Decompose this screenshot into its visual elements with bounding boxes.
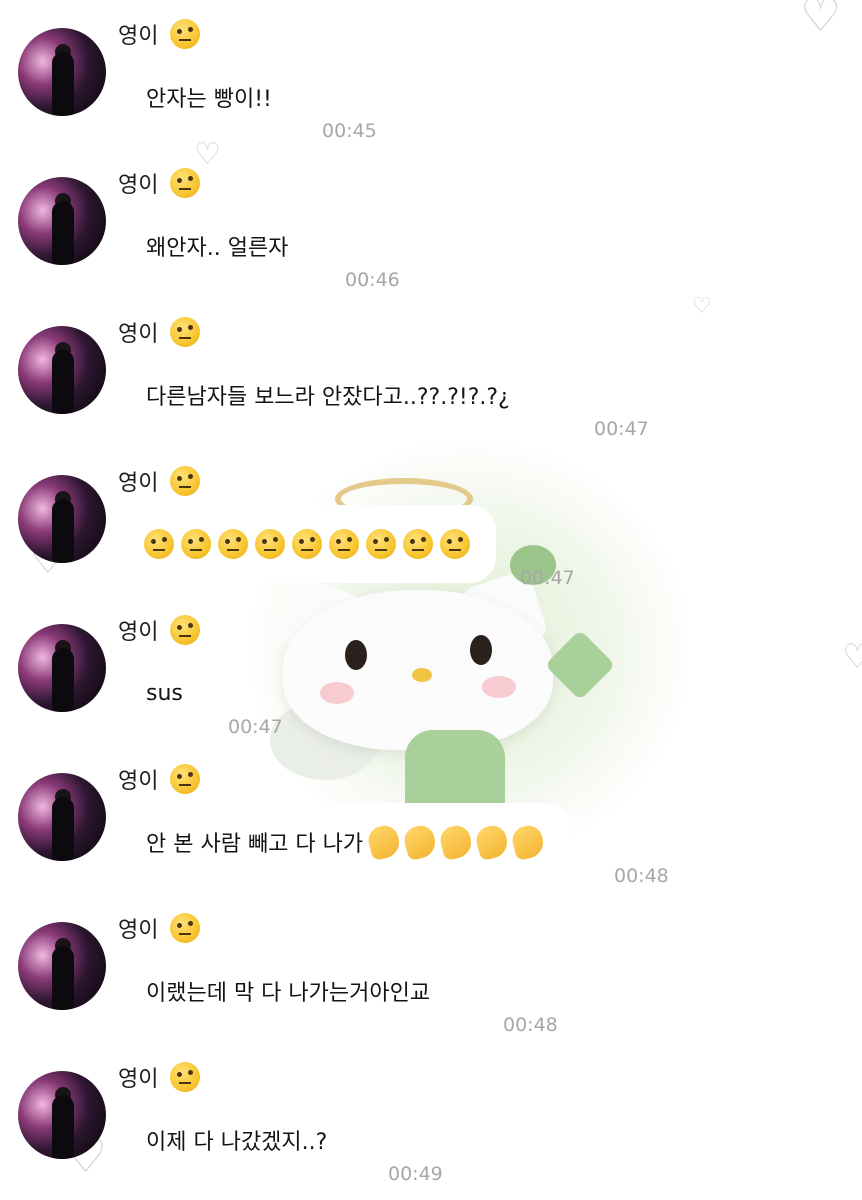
message-time: 00:47 (520, 567, 575, 589)
waving-hand-emoji-icon (509, 822, 547, 862)
message-time: 00:48 (503, 1014, 558, 1036)
message-time: 00:46 (345, 269, 400, 291)
raised-eyebrow-emoji-icon (403, 529, 433, 559)
avatar[interactable] (18, 28, 106, 116)
raised-eyebrow-emoji-icon (366, 529, 396, 559)
raised-eyebrow-emoji-icon (170, 764, 201, 794)
sender-name: 영이 (118, 614, 201, 646)
avatar[interactable] (18, 1071, 106, 1159)
avatar[interactable] (18, 773, 106, 861)
sender-name: 영이 (118, 316, 201, 348)
message-bubble[interactable]: 이제 다 나갔겠지..? (118, 1101, 356, 1179)
avatar[interactable] (18, 326, 106, 414)
message-bubble[interactable]: 이랬는데 막 다 나가는거아인교 (118, 952, 459, 1030)
message-group: 영이 다른남자들 보느라 안잤다고..??.?!?.?¿ 00:47 (0, 298, 862, 448)
raised-eyebrow-emoji-icon (170, 19, 201, 49)
sender-name: 영이 (118, 912, 201, 944)
message-text: 다른남자들 보느라 안잤다고..??.?!?.?¿ (146, 385, 510, 410)
message-group: 영이 안자는 빵이!! 00:45 (0, 0, 862, 150)
raised-eyebrow-emoji-icon (329, 529, 359, 559)
raised-eyebrow-emoji-icon (170, 168, 201, 198)
message-time: 00:47 (228, 716, 283, 738)
raised-eyebrow-emoji-icon (170, 615, 201, 645)
message-text: 안 본 사람 빼고 다 나가 (146, 832, 364, 857)
sender-name-text: 영이 (118, 173, 159, 198)
message-text: 안자는 빵이!! (146, 87, 272, 112)
message-text: 왜안자.. 얼른자 (146, 236, 289, 261)
message-time: 00:47 (594, 418, 649, 440)
sender-name-text: 영이 (118, 471, 159, 496)
message-bubble[interactable] (118, 505, 496, 583)
message-text: 이제 다 나갔겠지..? (146, 1130, 328, 1155)
message-time: 00:49 (388, 1163, 443, 1185)
sender-name: 영이 (118, 763, 201, 795)
message-content: 안 본 사람 빼고 다 나가 (146, 822, 547, 862)
raised-eyebrow-emoji-icon (181, 529, 211, 559)
sender-name: 영이 (118, 18, 201, 50)
avatar[interactable] (18, 624, 106, 712)
raised-eyebrow-emoji-icon (170, 466, 201, 496)
raised-eyebrow-emoji-icon (170, 317, 201, 347)
sender-name-text: 영이 (118, 620, 159, 645)
message-group: 영이 sus 00:47 (0, 596, 862, 746)
message-bubble[interactable]: 왜안자.. 얼른자 (118, 207, 317, 285)
sender-name-text: 영이 (118, 918, 159, 943)
message-text: 이랬는데 막 다 나가는거아인교 (146, 981, 431, 1006)
sender-name: 영이 (118, 1061, 201, 1093)
sender-name: 영이 (118, 465, 201, 497)
message-group: 영이 00:47 (0, 447, 862, 597)
emoji-row (144, 529, 470, 559)
raised-eyebrow-emoji-icon (144, 529, 174, 559)
sender-name-text: 영이 (118, 769, 159, 794)
message-group: 영이 이제 다 나갔겠지..? 00:49 (0, 1043, 862, 1193)
message-group: 영이 왜안자.. 얼른자 00:46 (0, 149, 862, 299)
sender-name-text: 영이 (118, 1067, 159, 1092)
message-bubble[interactable]: 다른남자들 보느라 안잤다고..??.?!?.?¿ (118, 356, 538, 434)
raised-eyebrow-emoji-icon (440, 529, 470, 559)
message-bubble[interactable]: sus (118, 654, 211, 732)
waving-hand-emoji-icon (473, 822, 511, 862)
message-bubble[interactable]: 안 본 사람 빼고 다 나가 (118, 803, 572, 881)
avatar[interactable] (18, 922, 106, 1010)
raised-eyebrow-emoji-icon (218, 529, 248, 559)
message-group: 영이 안 본 사람 빼고 다 나가 00:48 (0, 745, 862, 895)
avatar[interactable] (18, 177, 106, 265)
message-text: sus (146, 680, 183, 706)
avatar[interactable] (18, 475, 106, 563)
raised-eyebrow-emoji-icon (170, 1062, 201, 1092)
sender-name-text: 영이 (118, 24, 159, 49)
waving-hand-emoji-icon (401, 822, 439, 862)
message-group: 영이 이랬는데 막 다 나가는거아인교 00:48 (0, 894, 862, 1044)
message-time: 00:45 (322, 120, 377, 142)
sender-name-text: 영이 (118, 322, 159, 347)
waving-hand-emoji-icon (365, 822, 403, 862)
waving-hand-emoji-icon (437, 822, 475, 862)
sender-name: 영이 (118, 167, 201, 199)
message-time: 00:48 (614, 865, 669, 887)
raised-eyebrow-emoji-icon (292, 529, 322, 559)
message-bubble[interactable]: 안자는 빵이!! (118, 58, 300, 136)
raised-eyebrow-emoji-icon (170, 913, 201, 943)
raised-eyebrow-emoji-icon (255, 529, 285, 559)
